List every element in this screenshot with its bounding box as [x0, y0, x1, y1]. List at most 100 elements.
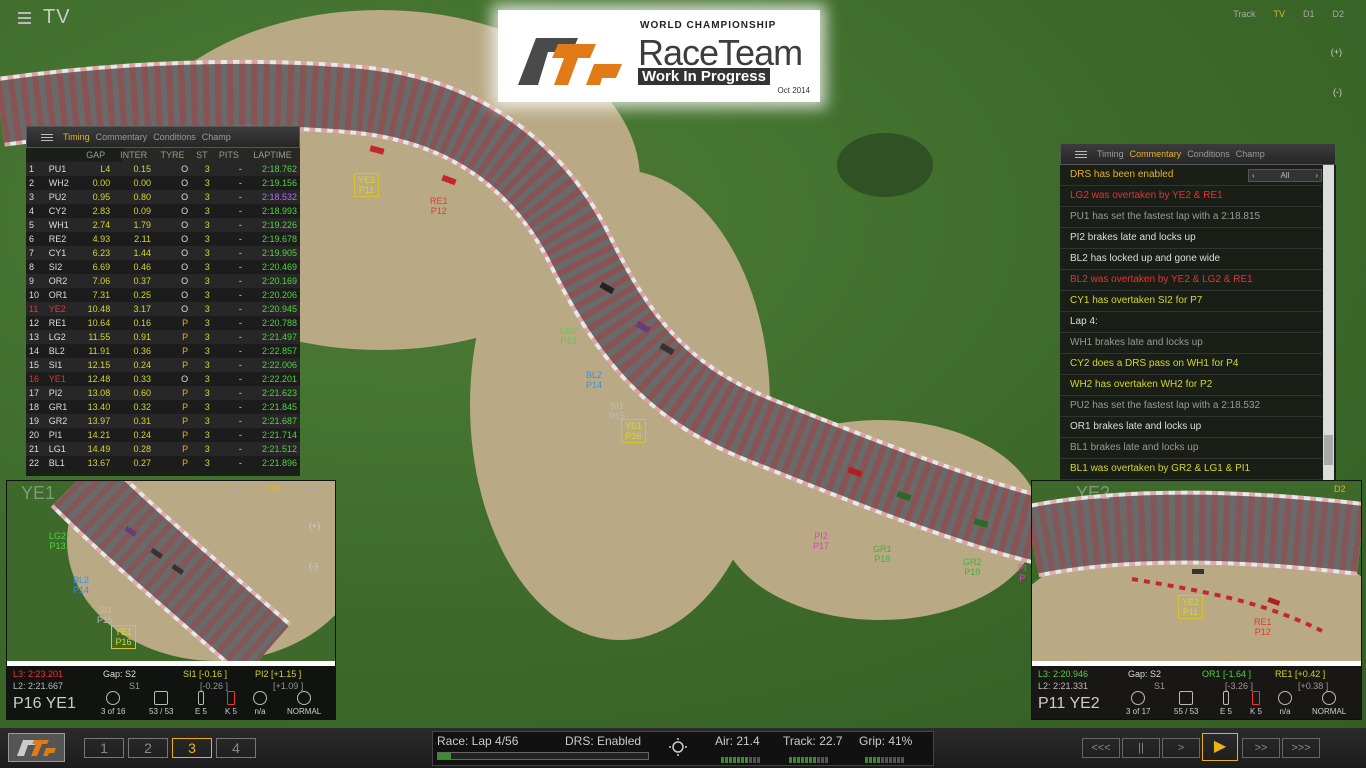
timing-table: GAP INTER TYRE ST PITS LAPTIME 1 PU1 L4 0.1… [26, 148, 300, 470]
page-button-4[interactable]: 4 [216, 738, 256, 758]
timing-row[interactable]: 14 BL2 11.91 0.36 P 3-2:22.857 [26, 344, 300, 358]
mini-left-tab-d1[interactable]: D1 [269, 484, 281, 494]
timing-cell: - [212, 372, 245, 386]
tab-d1[interactable]: D1 [1303, 9, 1315, 19]
timing-cell: 2:19.226 [244, 218, 300, 232]
timing-row[interactable]: 5 WH1 2.74 1.79 O 3-2:19.226 [26, 218, 300, 232]
tab-timing[interactable]: Timing [1097, 149, 1124, 159]
mini-left-label-bl2[interactable]: BL2 P14 [73, 575, 89, 595]
mini-right-ahead-sub: [-3.26 ] [1225, 681, 1254, 691]
helmet-icon [297, 691, 312, 705]
mini-left-label-si1[interactable]: SI1 P15 [97, 605, 113, 625]
timing-row[interactable]: 4 CY2 2.83 0.09 O 3-2:18.993 [26, 204, 300, 218]
mini-left-zoom-out[interactable]: (-) [309, 561, 318, 571]
timing-row[interactable]: 7 CY1 6.23 1.44 O 3-2:19.905 [26, 246, 300, 260]
scroll-thumb[interactable] [1324, 435, 1333, 465]
view-tabs: Track TV D1 D2 [1233, 9, 1344, 19]
panel-menu-icon[interactable] [41, 132, 53, 143]
tab-timing[interactable]: Timing [63, 132, 90, 142]
car-label-gr2[interactable]: GR2 P19 [963, 557, 982, 577]
tab-tv[interactable]: TV [1273, 9, 1285, 19]
zoom-in-button[interactable]: (+) [1331, 47, 1342, 57]
timing-row[interactable]: 18 GR1 13.40 0.32 P 3-2:21.845 [26, 400, 300, 414]
timing-cell: 2:22.857 [244, 344, 300, 358]
timing-row[interactable]: 3 PU2 0.95 0.80 O 3-2:18.532 [26, 190, 300, 204]
stat-fuel: 55 / 53 [1174, 691, 1198, 716]
panel-menu-icon[interactable] [1075, 149, 1087, 160]
page-button-3[interactable]: 3 [172, 738, 212, 758]
mini-left-tab-d2[interactable]: D2 [309, 484, 321, 494]
timing-row[interactable]: 15 SI1 12.15 0.24 P 3-2:22.006 [26, 358, 300, 372]
play-button[interactable]: ▶ [1202, 733, 1238, 761]
tab-commentary[interactable]: Commentary [1130, 149, 1182, 159]
logo-work-in-progress: Work In Progress [638, 68, 770, 85]
commentary-item: BL1 brakes late and locks up [1060, 438, 1322, 459]
mini-right-label-re1[interactable]: RE1 P12 [1254, 617, 1272, 637]
tab-conditions[interactable]: Conditions [1187, 149, 1230, 159]
tab-conditions[interactable]: Conditions [153, 132, 196, 142]
timing-row[interactable]: 19 GR2 13.97 0.31 P 3-2:21.687 [26, 414, 300, 428]
tab-commentary[interactable]: Commentary [96, 132, 148, 142]
menu-icon[interactable] [18, 9, 31, 27]
tyre-icon [1278, 691, 1292, 705]
car-label-pi[interactable]: PI P [1018, 563, 1027, 583]
timing-row[interactable]: 11 YE2 10.48 3.17 O 3-2:20.945 [26, 302, 300, 316]
pause-button[interactable]: || [1122, 738, 1160, 758]
car-label-bl2[interactable]: BL2 P14 [586, 370, 602, 390]
tab-champ[interactable]: Champ [1236, 149, 1265, 159]
mini-left-tab-tv[interactable]: TV [229, 484, 241, 494]
timing-row[interactable]: 1 PU1 L4 0.15 O 3-2:18.762 [26, 162, 300, 176]
timing-row[interactable]: 13 LG2 11.55 0.91 P 3-2:21.497 [26, 330, 300, 344]
page-button-1[interactable]: 1 [84, 738, 124, 758]
car-label-pi2[interactable]: PI2 P17 [813, 531, 829, 551]
timing-row[interactable]: 9 OR2 7.06 0.37 O 3-2:20.169 [26, 274, 300, 288]
zoom-out-button[interactable]: (-) [1333, 87, 1342, 97]
fast-forward-button[interactable]: >> [1242, 738, 1280, 758]
timing-cell: YE2 [45, 302, 78, 316]
slow-play-button[interactable]: > [1162, 738, 1200, 758]
timing-row[interactable]: 17 PI2 13.08 0.60 P 3-2:21.623 [26, 386, 300, 400]
timing-row[interactable]: 16 YE1 12.48 0.33 O 3-2:22.201 [26, 372, 300, 386]
car-label-ye1[interactable]: YE1 P16 [621, 419, 647, 443]
timing-cell: - [212, 218, 245, 232]
tab-champ[interactable]: Champ [202, 132, 231, 142]
car-label-re1[interactable]: RE1 P12 [430, 196, 448, 216]
tab-d2[interactable]: D2 [1332, 9, 1344, 19]
timing-row[interactable]: 21 LG1 14.49 0.28 P 3-2:21.512 [26, 442, 300, 456]
timing-cell: WH1 [45, 218, 78, 232]
timing-row[interactable]: 2 WH2 0.00 0.00 O 3-2:19.156 [26, 176, 300, 190]
timing-cell: 20 [26, 428, 46, 442]
mini-left-zoom-in[interactable]: (+) [309, 521, 320, 531]
car-label-ye2[interactable]: YE2 P11 [354, 173, 380, 197]
timing-cell: 3 [191, 358, 213, 372]
timing-cell: 1.79 [113, 218, 154, 232]
car-label-lg2[interactable]: LG2 P13 [560, 326, 577, 346]
mini-right-tab-d2[interactable]: D2 [1334, 484, 1346, 494]
timing-row[interactable]: 20 PI1 14.21 0.24 P 3-2:21.714 [26, 428, 300, 442]
mini-left-l3: L3: 2:23.201 [13, 669, 64, 679]
rt-home-button[interactable] [8, 733, 65, 762]
mini-left-footer: L3: 2:23.201 L2: 2:21.667 Gap: S2 S1 SI1… [7, 661, 335, 719]
timing-row[interactable]: 8 SI2 6.69 0.46 O 3-2:20.469 [26, 260, 300, 274]
car-label-si1[interactable]: SI1 P15 [609, 401, 625, 421]
mini-left-label-ye1[interactable]: YE1 P16 [111, 625, 137, 649]
mini-right-label-ye2[interactable]: YE2 P11 [1178, 595, 1204, 619]
timing-cell: 2.74 [77, 218, 114, 232]
rewind-fast-button[interactable]: <<< [1082, 738, 1120, 758]
col-laptime: LAPTIME [253, 150, 292, 160]
commentary-scrollbar[interactable] [1323, 165, 1334, 480]
fastest-forward-button[interactable]: >>> [1282, 738, 1320, 758]
timing-row[interactable]: 22 BL1 13.67 0.27 P 3-2:21.896 [26, 456, 300, 470]
mini-left-ahead-sub: [-0.26 ] [200, 681, 229, 691]
timing-cell: 10.48 [77, 302, 114, 316]
col-st: ST [196, 150, 208, 160]
timing-row[interactable]: 6 RE2 4.93 2.11 O 3-2:19.678 [26, 232, 300, 246]
commentary-item: Lap 4: [1060, 312, 1322, 333]
timing-cell: 3 [191, 288, 213, 302]
mini-left-label-lg2[interactable]: LG2 P13 [49, 531, 66, 551]
car-label-gr1[interactable]: GR1 P18 [873, 544, 892, 564]
page-button-2[interactable]: 2 [128, 738, 168, 758]
tab-track[interactable]: Track [1233, 9, 1255, 19]
timing-row[interactable]: 10 OR1 7.31 0.25 O 3-2:20.206 [26, 288, 300, 302]
timing-row[interactable]: 12 RE1 10.64 0.16 P 3-2:20.788 [26, 316, 300, 330]
